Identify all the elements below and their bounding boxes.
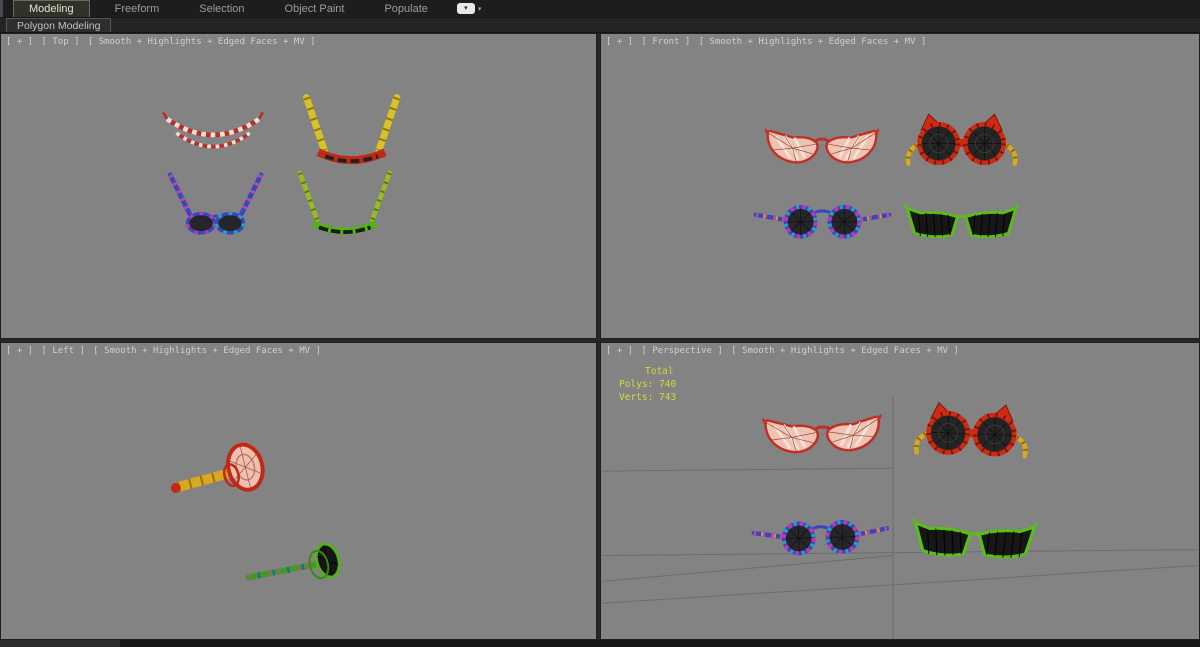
model-pink-cat-eye-glasses[interactable] [764, 127, 880, 164]
model-red-goggles-yellow-straps[interactable] [908, 114, 1015, 164]
viewport-front-label: [ + ] [ Front ] [ Smooth + Highlights + … [606, 37, 929, 48]
ribbon-tab-freeform[interactable]: Freeform [100, 0, 175, 17]
viewport-shading-menu[interactable]: [ Smooth + Highlights + Edged Faces + MV… [699, 37, 927, 47]
model-green-cat-eye-glasses[interactable] [300, 173, 390, 232]
viewport-shading-menu[interactable]: [ Smooth + Highlights + Edged Faces + MV… [88, 37, 316, 47]
model-round-rainbow-blue-glasses[interactable] [170, 175, 261, 233]
model-round-rainbow-blue-glasses[interactable] [754, 520, 888, 554]
viewport-general-menu[interactable]: [ + ] [6, 37, 33, 47]
viewport-perspective[interactable]: [ + ] [ Perspective ] [ Smooth + Highlig… [600, 342, 1200, 640]
viewport-pov-menu[interactable]: [ Front ] [642, 37, 691, 47]
viewport-left-label: [ + ] [ Left ] [ Smooth + Highlights + E… [6, 346, 324, 357]
viewport-left-canvas[interactable] [1, 343, 596, 639]
ribbon-tab-object-paint[interactable]: Object Paint [270, 0, 360, 17]
panel-tab-polygon-modeling[interactable]: Polygon Modeling [6, 18, 112, 32]
window-edge-highlight [0, 0, 3, 17]
ribbon-tab-modeling[interactable]: Modeling [13, 0, 90, 17]
model-red-goggles-yellow-straps[interactable] [916, 402, 1027, 456]
viewport-general-menu[interactable]: [ + ] [606, 37, 633, 47]
viewport-general-menu[interactable]: [ + ] [606, 346, 633, 356]
viewport-top-label: [ + ] [ Top ] [ Smooth + Highlights + Ed… [6, 37, 318, 48]
poly-count-overlay: Total Polys: 740 Verts: 743 [619, 365, 676, 404]
poly-count-polys: Polys: 740 [619, 379, 677, 390]
viewport-left[interactable]: [ + ] [ Left ] [ Smooth + Highlights + E… [0, 342, 597, 640]
3dsmax-window: Modeling Freeform Selection Object Paint… [0, 0, 1200, 647]
viewport-front-canvas[interactable] [601, 34, 1199, 338]
viewport-shading-menu[interactable]: [ Smooth + Highlights + Edged Faces + MV… [93, 346, 321, 356]
ribbon-tab-bar: Modeling Freeform Selection Object Paint… [0, 0, 1200, 18]
status-bar [0, 640, 1200, 647]
poly-count-title: Total [645, 366, 674, 377]
viewport-perspective-canvas[interactable] [601, 343, 1199, 639]
home-grid [601, 397, 1199, 639]
viewport-top[interactable]: [ + ] [ Top ] [ Smooth + Highlights + Ed… [0, 33, 597, 339]
ribbon-tab-selection[interactable]: Selection [184, 0, 259, 17]
ribbon-tab-populate[interactable]: Populate [369, 0, 442, 17]
viewport-pov-menu[interactable]: [ Left ] [42, 346, 85, 356]
viewport-pov-menu[interactable]: [ Top ] [42, 37, 80, 47]
ribbon-panel-bar: Polygon Modeling [0, 18, 1200, 33]
viewport-general-menu[interactable]: [ + ] [6, 346, 33, 356]
model-round-rainbow-blue-glasses[interactable] [756, 207, 889, 237]
viewport-perspective-label: [ + ] [ Perspective ] [ Smooth + Highlig… [606, 346, 962, 357]
status-bar-segment [0, 640, 120, 647]
model-pink-cat-eye-glasses[interactable] [762, 412, 883, 455]
ribbon-minimize-button[interactable]: ▾ ▾ [456, 3, 482, 14]
chevron-down-icon: ▾ [477, 5, 482, 13]
model-red-goggles-yellow-straps[interactable] [306, 98, 396, 162]
model-red-goggles-side[interactable] [171, 441, 267, 494]
poly-count-verts: Verts: 743 [619, 392, 677, 403]
viewport-front[interactable]: [ + ] [ Front ] [ Smooth + Highlights + … [600, 33, 1200, 339]
model-pink-cat-eye-glasses[interactable] [163, 112, 263, 146]
viewport-top-canvas[interactable] [1, 34, 596, 338]
model-green-glasses-side[interactable] [248, 541, 343, 580]
model-green-cat-eye-glasses[interactable] [903, 203, 1021, 239]
viewport-shading-menu[interactable]: [ Smooth + Highlights + Edged Faces + MV… [731, 346, 959, 356]
viewport-pov-menu[interactable]: [ Perspective ] [642, 346, 723, 356]
ribbon-minimize-icon: ▾ [456, 3, 475, 14]
model-green-cat-eye-glasses[interactable] [910, 517, 1039, 561]
